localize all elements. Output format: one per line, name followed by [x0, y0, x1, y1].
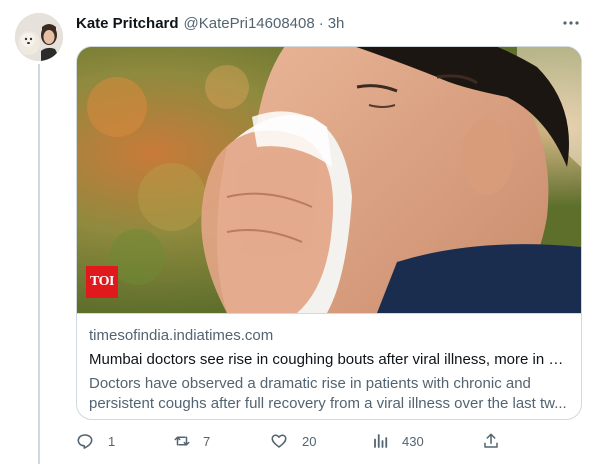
reply-icon [77, 434, 93, 449]
card-title[interactable]: Mumbai doctors see rise in coughing bout… [89, 350, 569, 370]
heart-icon [271, 434, 287, 448]
more-options-icon[interactable] [562, 15, 580, 31]
timestamp[interactable]: 3h [328, 15, 345, 32]
reply-count: 1 [108, 433, 116, 449]
thread-connector-line [38, 64, 40, 464]
like-count: 20 [302, 433, 317, 449]
retweet-count: 7 [203, 433, 211, 449]
reply-button[interactable]: 1 [76, 432, 115, 450]
views-button[interactable]: 430 [372, 432, 424, 450]
tweet-header: Kate Pritchard @KatePri14608408 · 3h [76, 13, 582, 33]
analytics-icon [374, 434, 388, 448]
like-button[interactable]: 20 [270, 432, 316, 450]
share-button[interactable] [482, 432, 500, 450]
link-preview-card[interactable]: TOI timesofindia.indiatimes.com Mumbai d… [76, 46, 582, 420]
author-handle[interactable]: @KatePri14608408 [184, 15, 315, 32]
child-blowing-nose-photo [77, 47, 581, 313]
avatar[interactable] [15, 13, 63, 61]
separator-dot: · [318, 14, 324, 32]
tweet-action-bar: 1 7 20 430 [76, 432, 506, 454]
card-image: TOI [77, 47, 581, 313]
views-count: 430 [402, 433, 424, 449]
card-description: Doctors have observed a dramatic rise in… [89, 375, 567, 412]
source-logo-badge: TOI [86, 266, 118, 298]
retweet-button[interactable]: 7 [173, 432, 210, 450]
card-text: timesofindia.indiatimes.com Mumbai docto… [77, 313, 581, 414]
author-name[interactable]: Kate Pritchard [76, 15, 179, 32]
card-domain[interactable]: timesofindia.indiatimes.com [89, 326, 569, 346]
retweet-icon [174, 436, 190, 446]
avatar-photo [15, 13, 63, 61]
share-icon [484, 433, 498, 448]
